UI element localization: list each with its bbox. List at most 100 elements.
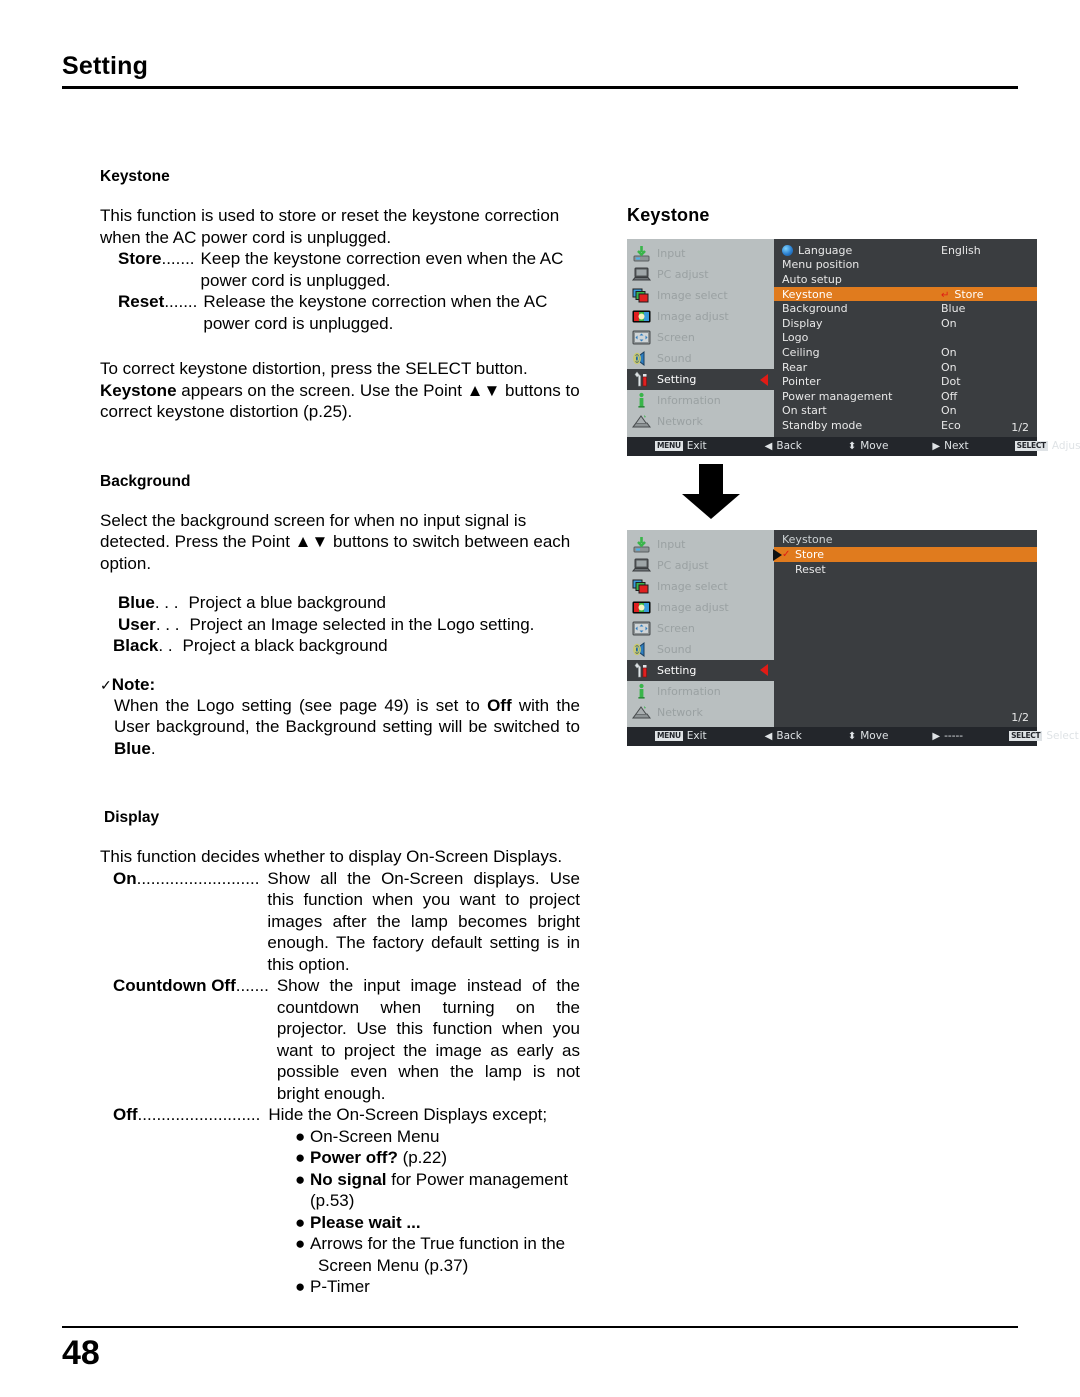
menu-row-value-text: Store — [954, 287, 984, 301]
sidebar-item-image-adjust[interactable]: Image adjust — [627, 597, 774, 618]
sidebar-item-network[interactable]: Network — [627, 702, 774, 723]
menu-row-on-start[interactable]: On start On — [782, 404, 1029, 419]
display-countdown-desc: Show the input image instead of the coun… — [276, 976, 580, 1103]
sidebar-label: Screen — [657, 621, 695, 635]
footer-label: Move — [860, 730, 889, 743]
sidebar-item-input[interactable]: Input — [627, 534, 774, 555]
sound-icon — [631, 641, 652, 658]
menu-row-background[interactable]: Background Blue — [782, 301, 1029, 316]
menu-row-power-management[interactable]: Power management Off — [782, 389, 1029, 404]
right-arrow-icon: ▶ — [932, 730, 941, 742]
sidebar-item-information[interactable]: Information — [627, 390, 774, 411]
footer-adjust[interactable]: SELECTAdjust — [1014, 440, 1080, 452]
menu-row-rear[interactable]: Rear On — [782, 360, 1029, 375]
menu-row-keystone[interactable]: Keystone ↵ Store — [774, 286, 1037, 302]
osd-sidebar: Input PC adjust Image select Image adjus… — [627, 529, 774, 727]
bullet-icon: ● — [295, 1212, 306, 1232]
background-blue-desc: Project a blue background — [188, 593, 386, 612]
bullet-icon — [295, 1190, 310, 1212]
background-black-dots: . . — [158, 636, 173, 655]
footer-label: ----- — [944, 730, 964, 743]
keystone-outro-bold: Keystone — [100, 380, 177, 400]
sidebar-label: Image select — [657, 579, 728, 593]
menu-row-language[interactable]: Language English — [782, 243, 1029, 258]
menu-row-name: Auto setup — [782, 272, 842, 286]
menu-row-standby-mode[interactable]: Standby mode Eco — [782, 418, 1029, 433]
footer-next[interactable]: ▶ Next — [932, 440, 968, 452]
display-off-bullet-list: ● On-Screen Menu ● Power off? (p.22) ● No s… — [295, 1126, 580, 1298]
sound-icon — [631, 350, 652, 367]
network-icon — [631, 413, 652, 430]
osd-screenshot-main-menu: Input PC adjust Image select Image adjus… — [627, 239, 1080, 456]
bullet-text: (p.53) — [310, 1190, 354, 1212]
bullet-plain: Screen Menu (p.37) — [318, 1255, 469, 1275]
display-countdown-dots: ....... — [235, 976, 269, 995]
page-title: Setting — [62, 52, 149, 80]
keystone-item-store: Store ....... Keep the keystone correcti… — [118, 248, 580, 291]
sidebar-item-screen[interactable]: Screen — [627, 618, 774, 639]
footer-back[interactable]: ◀ Back — [765, 440, 802, 452]
menu-row-name: Keystone — [782, 287, 833, 301]
menu-row-value: On — [941, 316, 957, 330]
sidebar-label: Input — [657, 537, 686, 551]
menu-row-display[interactable]: Display On — [782, 316, 1029, 331]
menu-row-value: On — [941, 345, 957, 359]
note-bold-2: Blue — [114, 738, 151, 758]
sidebar-item-image-select[interactable]: Image select — [627, 576, 774, 597]
footer-label: Back — [776, 730, 802, 743]
page-indicator: 1/2 — [1011, 420, 1029, 434]
menu-row-pointer[interactable]: Pointer Dot — [782, 374, 1029, 389]
footer-label: Select — [1046, 730, 1079, 743]
menu-row-menu-position[interactable]: Menu position — [782, 258, 1029, 273]
background-item-blue: Blue . . . Project a blue background — [118, 592, 580, 614]
keystone-store-label: Store — [118, 249, 162, 268]
background-item-user: User . . . Project an Image selected in … — [118, 614, 580, 636]
sidebar-label: Information — [657, 684, 721, 698]
footer-exit[interactable]: MENU Exit — [655, 730, 707, 742]
sidebar-item-setting[interactable]: Setting — [627, 369, 774, 390]
menu-row-ceiling[interactable]: Ceiling On — [782, 345, 1029, 360]
footer-select[interactable]: SELECT Select — [1009, 730, 1079, 742]
sidebar-item-sound[interactable]: Sound — [627, 639, 774, 660]
sidebar-item-pc-adjust[interactable]: PC adjust — [627, 264, 774, 285]
enter-arrow-icon: ↵ — [941, 289, 950, 301]
footer-label: Move — [860, 440, 889, 453]
pc-adjust-icon — [631, 266, 652, 283]
sidebar-item-network[interactable]: Network — [627, 411, 774, 432]
sidebar-item-image-adjust[interactable]: Image adjust — [627, 306, 774, 327]
footer-move[interactable]: ⬍ Move — [848, 440, 889, 452]
footer-label: Next — [944, 440, 969, 453]
sidebar-item-screen[interactable]: Screen — [627, 327, 774, 348]
menu-row-name: Standby mode — [782, 418, 863, 432]
footer-next[interactable]: ▶ ----- — [932, 730, 963, 742]
menu-row-auto-setup[interactable]: Auto setup — [782, 272, 1029, 287]
select-key-icon: SELECT — [1014, 441, 1048, 451]
page-header: Setting — [0, 52, 1080, 92]
submenu-option-reset[interactable]: Reset — [774, 562, 1037, 577]
osd-footer-bar: MENUExit ◀Back ⬍Move ▶Next SELECTAdjust — [627, 436, 1080, 456]
sidebar-item-input[interactable]: Input — [627, 243, 774, 264]
sidebar-item-sound[interactable]: Sound — [627, 348, 774, 369]
note-body: When the Logo setting (see page 49) is s… — [114, 695, 580, 760]
footer-back[interactable]: ◀ Back — [765, 730, 802, 742]
display-countdown-label: Countdown Off — [113, 976, 236, 995]
keystone-item-reset: Reset ....... Release the keystone corre… — [118, 291, 580, 334]
sidebar-item-information[interactable]: Information — [627, 681, 774, 702]
menu-row-name: Menu position — [782, 258, 860, 272]
footer-move[interactable]: ⬍ Move — [848, 730, 889, 742]
list-item: ● Please wait ... — [295, 1212, 580, 1234]
submenu-option-store[interactable]: ✓ Store — [774, 546, 1037, 562]
menu-row-name: Display — [782, 316, 823, 330]
bullet-plain: (p.22) — [397, 1148, 447, 1167]
sidebar-label: Image adjust — [657, 310, 729, 323]
sidebar-item-pc-adjust[interactable]: PC adjust — [627, 555, 774, 576]
bullet-text: Please wait ... — [310, 1212, 421, 1234]
menu-row-logo[interactable]: Logo — [782, 331, 1029, 346]
footer-exit[interactable]: MENU Exit — [655, 440, 707, 452]
display-off-label: Off — [113, 1105, 138, 1124]
page-indicator: 1/2 — [1011, 710, 1029, 724]
menu-row-value: Off — [941, 389, 958, 403]
left-arrow-icon: ◀ — [764, 440, 773, 452]
sidebar-item-image-select[interactable]: Image select — [627, 285, 774, 306]
sidebar-item-setting[interactable]: Setting — [627, 659, 774, 681]
